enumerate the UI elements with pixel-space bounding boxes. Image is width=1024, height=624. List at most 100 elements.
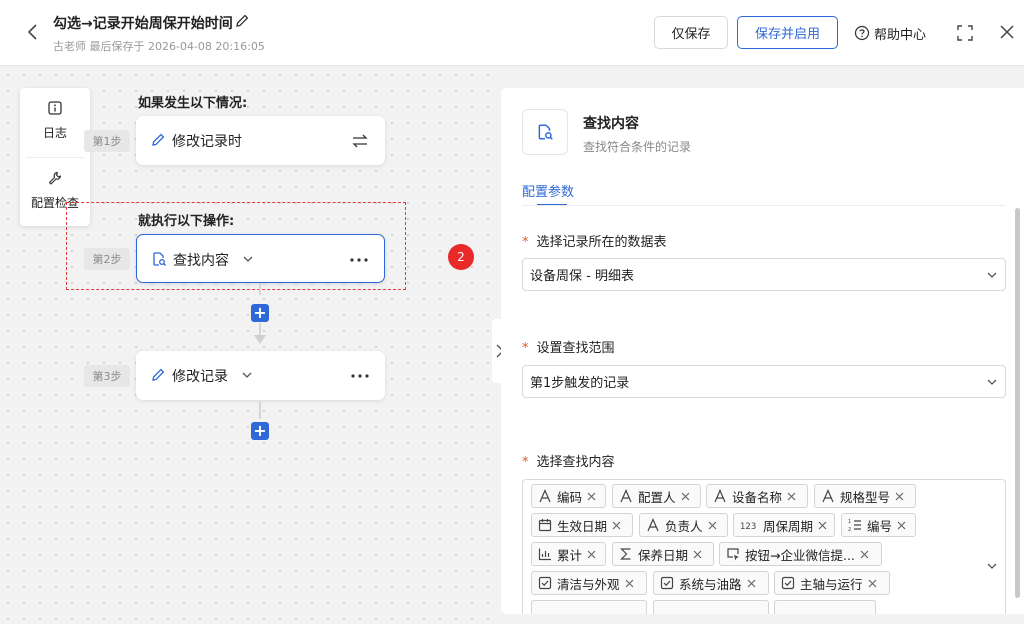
more-options-icon[interactable] [351, 374, 369, 378]
node-label: 修改记录 [172, 369, 228, 385]
field-tag[interactable]: 规格型号 [814, 484, 916, 508]
button-icon [727, 548, 739, 561]
chevron-down-icon[interactable] [987, 563, 997, 570]
find-record-icon [538, 124, 553, 140]
tag-label: 编号 [867, 518, 893, 534]
action-node-modify-record[interactable]: 修改记录 [136, 351, 385, 400]
field-tag[interactable]: 保养日期 [612, 542, 714, 566]
chevron-down-icon[interactable] [243, 255, 253, 263]
close-icon[interactable] [999, 24, 1015, 40]
field-tag-partial[interactable] [774, 600, 876, 614]
panel-description: 查找符合条件的记录 [583, 140, 692, 154]
fullscreen-icon[interactable] [956, 24, 974, 42]
sum-icon [620, 548, 631, 560]
trigger-node-modify-record[interactable]: 修改记录时 [136, 116, 385, 165]
panel-scrollbar[interactable] [1015, 208, 1020, 598]
log-tool[interactable]: 日志 [20, 88, 90, 154]
tag-label: 生效日期 [557, 518, 608, 534]
tab-divider [522, 205, 1005, 206]
tag-label: 规格型号 [840, 489, 891, 505]
svg-text:123: 123 [740, 522, 756, 532]
field-range-text: 设置查找范围 [536, 341, 615, 356]
remove-tag-icon[interactable] [747, 579, 756, 588]
svg-text:1: 1 [848, 519, 851, 525]
remove-tag-icon[interactable] [612, 521, 621, 530]
field-tag-partial[interactable] [531, 600, 647, 614]
chevron-down-icon[interactable] [242, 371, 252, 379]
help-center-link[interactable]: 帮助中心 [854, 22, 926, 44]
tag-label: 配置人 [638, 489, 676, 505]
action-node-find-content[interactable]: 查找内容 [136, 234, 385, 283]
content-multiselect[interactable]: 编码 配置人 设备名称 规格型号 生效日期 负责人 123 周保周期 1 2 编… [522, 479, 1006, 614]
swap-arrows-icon[interactable] [351, 133, 369, 149]
add-step-button[interactable]: + [251, 422, 269, 440]
remove-tag-icon[interactable] [681, 492, 690, 501]
bar-chart-icon [538, 548, 551, 561]
checkbox-icon [538, 576, 552, 590]
tag-label: 编码 [557, 489, 583, 505]
back-arrow-icon[interactable] [24, 22, 42, 42]
add-step-button[interactable]: + [251, 304, 269, 322]
range-select[interactable]: 第1步触发的记录 [522, 365, 1006, 398]
tag-label: 累计 [557, 547, 583, 563]
tag-label: 主轴与运行 [800, 576, 863, 592]
field-tag[interactable]: 清洁与外观 [531, 571, 647, 595]
tag-label: 负责人 [665, 518, 703, 534]
remove-tag-icon[interactable] [868, 579, 877, 588]
header-bar: 勾选→记录开始周保开始时间 古老师 最后保存于 2026-04-08 20:16… [0, 0, 1024, 66]
remove-tag-icon[interactable] [587, 550, 596, 559]
remove-tag-icon[interactable] [693, 550, 702, 559]
remove-tag-icon[interactable] [787, 492, 796, 501]
checkbox-icon [660, 576, 674, 590]
field-tag[interactable]: 按钮→企业微信提... [719, 542, 882, 566]
remove-tag-icon[interactable] [818, 521, 827, 530]
tag-label: 系统与油路 [679, 576, 742, 592]
remove-tag-icon[interactable] [587, 492, 596, 501]
range-select-value: 第1步触发的记录 [530, 376, 630, 391]
remove-tag-icon[interactable] [860, 550, 869, 559]
last-saved-info: 古老师 最后保存于 2026-04-08 20:16:05 [53, 40, 265, 53]
field-tag[interactable]: 设备名称 [706, 484, 808, 508]
connector-line [259, 283, 261, 295]
more-options-icon[interactable] [350, 258, 368, 262]
save-only-button[interactable]: 仅保存 [654, 16, 728, 49]
edit-pencil-icon [152, 133, 165, 146]
step-count-badge: 2 [448, 244, 474, 270]
text-icon [647, 518, 659, 532]
field-tag[interactable]: 123 周保周期 [733, 513, 835, 537]
field-tag-partial[interactable] [653, 600, 769, 614]
field-tag[interactable]: 负责人 [639, 513, 728, 537]
step-2-tag: 第2步 [84, 248, 130, 270]
field-tag[interactable]: 编码 [531, 484, 606, 508]
flow-canvas[interactable]: 日志 配置检查 如果发生以下情况: 第1步 修改记录时 就执行以下操作: 第2步… [0, 67, 500, 624]
field-tag[interactable]: 生效日期 [531, 513, 633, 537]
tag-label: 周保周期 [763, 518, 814, 534]
remove-tag-icon[interactable] [897, 521, 906, 530]
chevron-down-icon [987, 272, 997, 278]
save-and-enable-button[interactable]: 保存并启用 [737, 16, 838, 49]
wrench-icon [48, 171, 62, 185]
remove-tag-icon[interactable] [708, 521, 717, 530]
remove-tag-icon[interactable] [625, 579, 634, 588]
node-label: 查找内容 [173, 253, 229, 269]
field-tag[interactable]: 12 编号 [841, 513, 916, 537]
field-tag[interactable]: 配置人 [612, 484, 701, 508]
field-tag[interactable]: 主轴与运行 [774, 571, 890, 595]
step-1-tag: 第1步 [84, 130, 130, 152]
tab-config-params[interactable]: 配置参数 [522, 181, 574, 200]
table-select[interactable]: 设备周保 - 明细表 [522, 258, 1006, 291]
field-tag[interactable]: 系统与油路 [653, 571, 769, 595]
field-content-label: * 选择查找内容 [522, 451, 615, 470]
svg-text:2: 2 [848, 527, 851, 532]
connector-line [259, 323, 261, 335]
edit-pencil-icon[interactable] [234, 13, 250, 29]
help-circle-icon [854, 25, 870, 41]
ordered-list-icon: 12 [848, 519, 861, 532]
field-tag[interactable]: 累计 [531, 542, 606, 566]
field-table-text: 选择记录所在的数据表 [536, 235, 667, 250]
find-record-icon [153, 252, 166, 266]
remove-tag-icon[interactable] [895, 492, 904, 501]
help-center-label: 帮助中心 [874, 27, 927, 43]
step-3-tag: 第3步 [84, 365, 130, 387]
arrow-down-icon [254, 335, 266, 344]
